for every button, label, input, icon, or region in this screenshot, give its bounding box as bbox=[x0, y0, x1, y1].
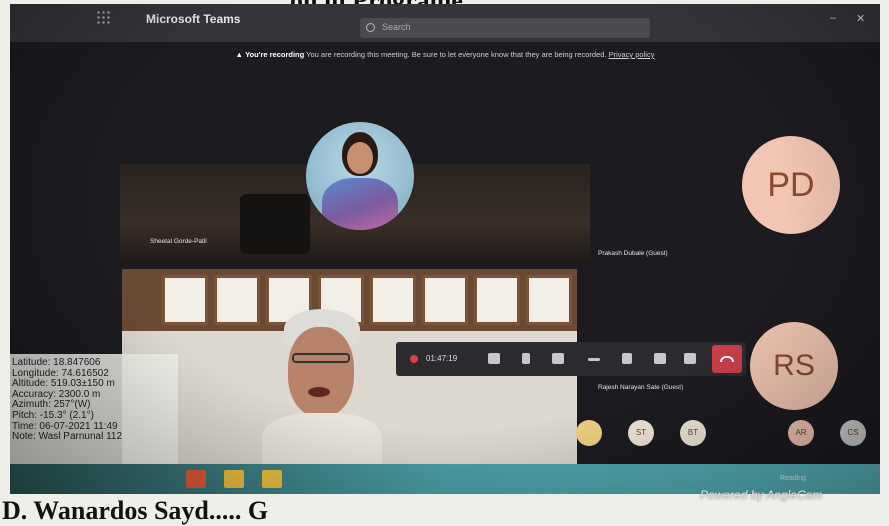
speaker-video bbox=[262, 309, 382, 464]
geotag-overlay: Latitude: 18.847606 Longitude: 74.616502… bbox=[10, 354, 178, 476]
microphone-icon[interactable] bbox=[522, 353, 530, 364]
meeting-control-bar: 01:47:19 bbox=[396, 342, 746, 376]
file-explorer-icon[interactable] bbox=[262, 470, 282, 488]
more-options-icon[interactable] bbox=[588, 358, 600, 361]
participants-icon[interactable] bbox=[684, 353, 696, 364]
camera-icon[interactable] bbox=[488, 353, 500, 364]
participant-name: Sheetal Gorde-Patil bbox=[150, 238, 207, 245]
app-launcher-icon[interactable] bbox=[96, 10, 110, 24]
share-screen-icon[interactable] bbox=[552, 353, 564, 364]
privacy-policy-link[interactable]: Privacy policy bbox=[609, 50, 655, 59]
participant-name: Rajesh Narayan Sate (Guest) bbox=[598, 384, 684, 391]
geotag-line: Pitch: -15.3° (2.1°) bbox=[12, 409, 94, 421]
close-icon[interactable]: ✕ bbox=[856, 12, 865, 25]
participant-name: Prakash Dubale (Guest) bbox=[598, 250, 668, 257]
title-bar: Microsoft Teams Search – ✕ bbox=[10, 4, 880, 42]
participant-mini-avatar[interactable]: ST bbox=[628, 420, 654, 446]
participant-mini-avatar[interactable]: AR bbox=[788, 420, 814, 446]
teams-window: Microsoft Teams Search – ✕ ▲ You're reco… bbox=[10, 4, 880, 494]
recording-banner: ▲ You're recording You are recording thi… bbox=[10, 42, 880, 68]
recording-title: You're recording bbox=[245, 50, 305, 59]
meeting-timer: 01:47:19 bbox=[426, 354, 458, 363]
search-box[interactable]: Search bbox=[360, 18, 650, 38]
search-icon bbox=[366, 23, 375, 32]
participant-mini-avatar[interactable]: CS bbox=[840, 420, 866, 446]
app-title: Microsoft Teams bbox=[146, 12, 241, 26]
recording-indicator-icon bbox=[410, 355, 418, 363]
minimize-icon[interactable]: – bbox=[830, 12, 836, 24]
document-caption: D. Wanardos Sayd..... G bbox=[2, 496, 269, 525]
folder-icon[interactable] bbox=[224, 470, 244, 488]
participant-mini-avatar[interactable] bbox=[576, 420, 602, 446]
participant-avatar: RS bbox=[750, 322, 838, 410]
participant-mini-avatar[interactable]: BT bbox=[680, 420, 706, 446]
geotag-line: Latitude: 18.847606 bbox=[12, 357, 101, 368]
chrome-icon[interactable] bbox=[186, 470, 206, 488]
participant-avatar: PD bbox=[742, 136, 840, 234]
camera-watermark: Powered by AngleCam bbox=[700, 488, 823, 502]
room-object bbox=[240, 194, 310, 254]
raise-hand-icon[interactable] bbox=[622, 353, 632, 364]
leave-call-button[interactable] bbox=[712, 345, 742, 373]
warning-icon: ▲ bbox=[235, 50, 246, 59]
taskbar-clock: Reading bbox=[780, 475, 807, 482]
chat-icon[interactable] bbox=[654, 353, 666, 364]
geotag-line: Note: Wasl Parnunal 112 bbox=[12, 431, 123, 443]
participant-photo-avatar bbox=[306, 122, 414, 230]
hang-up-icon bbox=[720, 356, 734, 362]
search-placeholder: Search bbox=[382, 22, 411, 32]
recording-message: You are recording this meeting. Be sure … bbox=[306, 50, 607, 59]
